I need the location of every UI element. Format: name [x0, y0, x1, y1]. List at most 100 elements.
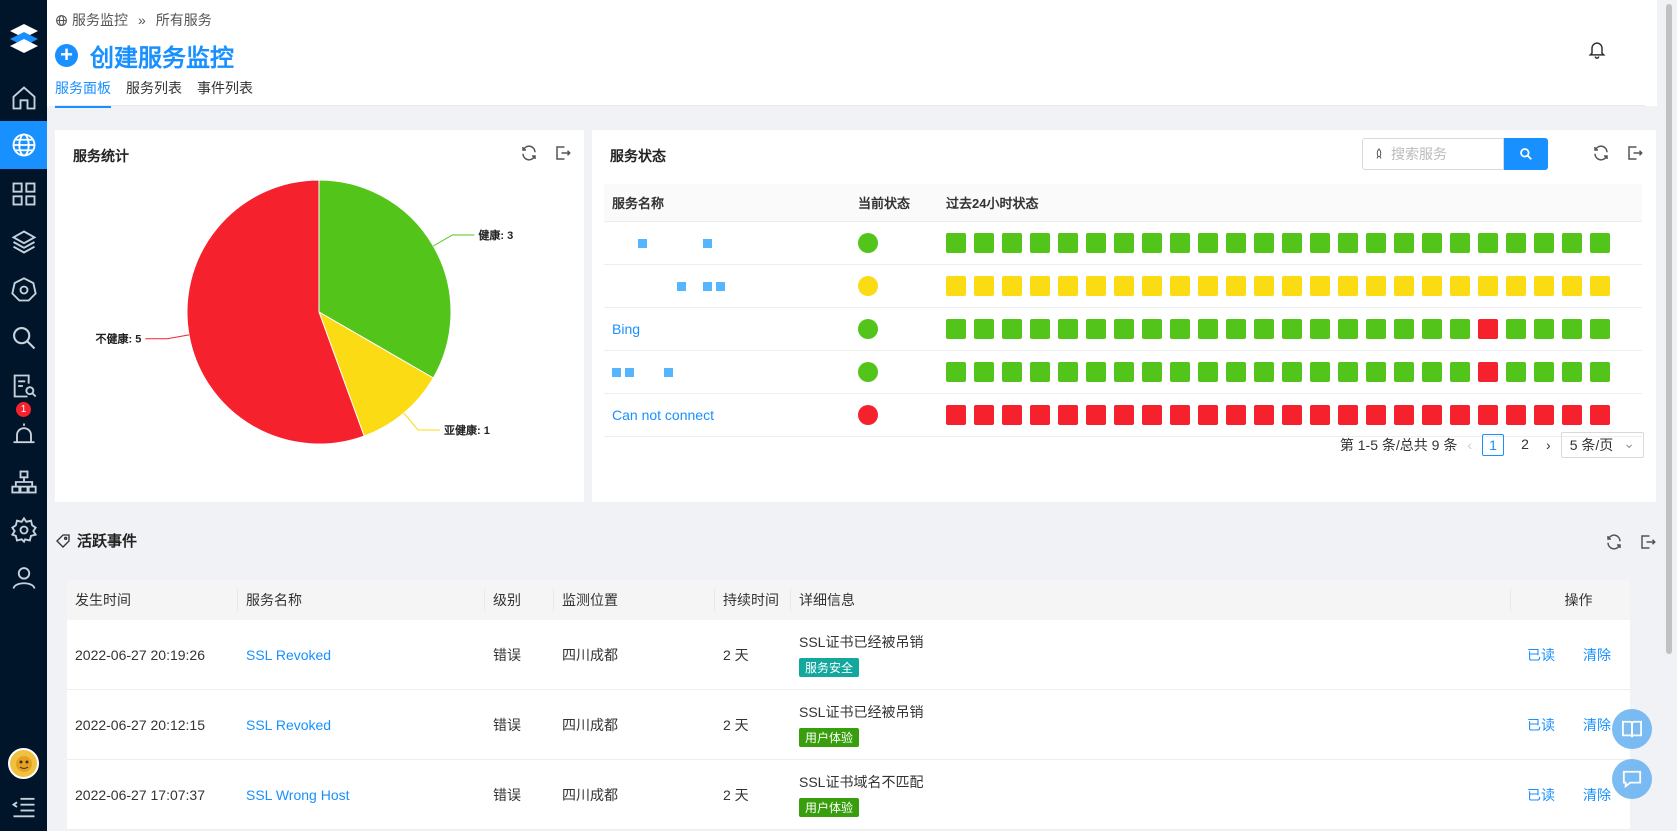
hour-status-cell[interactable] [1002, 233, 1022, 253]
hour-status-cell[interactable] [1310, 362, 1330, 382]
hour-status-cell[interactable] [1534, 405, 1554, 425]
hour-status-cell[interactable] [1170, 233, 1190, 253]
page-2-button[interactable]: 2 [1514, 434, 1536, 456]
mark-read-link[interactable]: 已读 [1527, 715, 1555, 735]
hour-status-cell[interactable] [946, 233, 966, 253]
hour-status-cell[interactable] [1338, 233, 1358, 253]
next-page-icon[interactable]: › [1546, 437, 1551, 453]
refresh-icon[interactable] [1592, 144, 1610, 162]
hour-status-cell[interactable] [974, 233, 994, 253]
export-icon[interactable] [1639, 533, 1657, 551]
hour-status-cell[interactable] [1058, 405, 1078, 425]
hour-status-cell[interactable] [1282, 319, 1302, 339]
collapse-menu-icon[interactable] [0, 783, 47, 831]
service-name-text[interactable]: Can not connect [612, 407, 714, 423]
hour-status-cell[interactable] [1450, 276, 1470, 296]
hour-status-cell[interactable] [1590, 233, 1610, 253]
hour-status-cell[interactable] [1366, 276, 1386, 296]
hour-status-cell[interactable] [1338, 319, 1358, 339]
export-icon[interactable] [1626, 144, 1644, 162]
hour-status-cell[interactable] [1114, 319, 1134, 339]
hour-status-cell[interactable] [946, 405, 966, 425]
hour-status-cell[interactable] [1506, 276, 1526, 296]
hour-status-cell[interactable] [1142, 233, 1162, 253]
hour-status-cell[interactable] [1086, 276, 1106, 296]
hour-status-cell[interactable] [1058, 362, 1078, 382]
tab-service-list[interactable]: 服务列表 [126, 78, 182, 108]
mark-read-link[interactable]: 已读 [1527, 645, 1555, 665]
hour-status-cell[interactable] [1086, 362, 1106, 382]
clear-link[interactable]: 清除 [1583, 715, 1611, 735]
hour-status-cell[interactable] [1394, 276, 1414, 296]
hour-status-cell[interactable] [1226, 233, 1246, 253]
hour-status-cell[interactable] [1590, 319, 1610, 339]
event-service-name-link[interactable]: SSL Revoked [238, 647, 485, 663]
hour-status-cell[interactable] [1450, 319, 1470, 339]
hour-status-cell[interactable] [1282, 233, 1302, 253]
hour-status-cell[interactable] [1506, 405, 1526, 425]
hour-status-cell[interactable] [1478, 319, 1498, 339]
hour-status-cell[interactable] [1226, 319, 1246, 339]
hour-status-cell[interactable] [1254, 362, 1274, 382]
hour-status-cell[interactable] [1282, 362, 1302, 382]
hour-status-cell[interactable] [1590, 276, 1610, 296]
hour-status-cell[interactable] [1338, 362, 1358, 382]
hour-status-cell[interactable] [1002, 276, 1022, 296]
hour-status-cell[interactable] [1002, 362, 1022, 382]
create-plus-icon[interactable]: + [55, 44, 78, 67]
hour-status-cell[interactable] [1002, 319, 1022, 339]
hour-status-cell[interactable] [1114, 405, 1134, 425]
hour-status-cell[interactable] [1366, 405, 1386, 425]
hour-status-cell[interactable] [1170, 276, 1190, 296]
hour-status-cell[interactable] [1142, 319, 1162, 339]
page-size-select[interactable]: 5 条/页 ⌄ [1560, 432, 1644, 458]
service-name-link[interactable] [604, 235, 850, 251]
scroll-thumb[interactable] [1666, 4, 1672, 654]
hour-status-cell[interactable] [1142, 276, 1162, 296]
hour-status-cell[interactable] [1310, 405, 1330, 425]
prev-page-icon[interactable]: ‹ [1467, 437, 1472, 453]
hour-status-cell[interactable] [946, 319, 966, 339]
hour-status-cell[interactable] [1534, 319, 1554, 339]
hour-status-cell[interactable] [946, 362, 966, 382]
hour-status-cell[interactable] [1478, 276, 1498, 296]
home-icon[interactable] [0, 74, 47, 122]
hour-status-cell[interactable] [1058, 276, 1078, 296]
hour-status-cell[interactable] [1394, 233, 1414, 253]
hour-status-cell[interactable] [1226, 405, 1246, 425]
hour-status-cell[interactable] [1198, 319, 1218, 339]
hour-status-cell[interactable] [1142, 362, 1162, 382]
topology-icon[interactable] [0, 458, 47, 506]
kubernetes-icon[interactable] [0, 266, 47, 314]
hour-status-cell[interactable] [1534, 233, 1554, 253]
hour-status-cell[interactable] [1198, 405, 1218, 425]
notification-bell-icon[interactable] [1587, 38, 1607, 63]
hour-status-cell[interactable] [1422, 276, 1442, 296]
hour-status-cell[interactable] [1030, 405, 1050, 425]
hour-status-cell[interactable] [1086, 405, 1106, 425]
hour-status-cell[interactable] [1534, 276, 1554, 296]
event-service-name-link[interactable]: SSL Revoked [238, 717, 485, 733]
search-button[interactable] [1504, 138, 1548, 170]
tab-service-dashboard[interactable]: 服务面板 [55, 78, 111, 108]
hour-status-cell[interactable] [1310, 276, 1330, 296]
mark-read-link[interactable]: 已读 [1527, 785, 1555, 805]
hour-status-cell[interactable] [1422, 233, 1442, 253]
hour-status-cell[interactable] [1086, 233, 1106, 253]
avatar[interactable] [8, 748, 39, 779]
hour-status-cell[interactable] [1170, 405, 1190, 425]
hour-status-cell[interactable] [1142, 405, 1162, 425]
hour-status-cell[interactable] [1198, 276, 1218, 296]
hour-status-cell[interactable] [1086, 319, 1106, 339]
hour-status-cell[interactable] [1366, 362, 1386, 382]
layers-icon[interactable] [0, 218, 47, 266]
hour-status-cell[interactable] [1590, 362, 1610, 382]
hour-status-cell[interactable] [1450, 362, 1470, 382]
breadcrumb-root[interactable]: 服务监控 [72, 10, 128, 30]
hour-status-cell[interactable] [1310, 233, 1330, 253]
search-icon[interactable] [0, 314, 47, 362]
app-logo[interactable] [0, 16, 47, 60]
service-name-text[interactable]: Bing [612, 321, 640, 337]
hour-status-cell[interactable] [1394, 362, 1414, 382]
hour-status-cell[interactable] [1506, 319, 1526, 339]
